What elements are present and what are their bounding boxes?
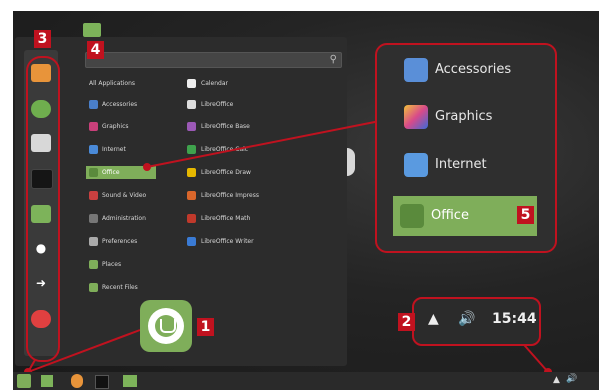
- libreoffice-icon: [187, 100, 196, 109]
- show-desktop-icon[interactable]: [41, 375, 53, 387]
- calendar-icon: [187, 79, 196, 88]
- taskbar: ▲ 🔊: [13, 372, 599, 390]
- accessories-icon: [89, 100, 98, 109]
- linux-mint-logo-icon: [148, 308, 184, 344]
- app-libreoffice-impress[interactable]: LibreOffice Impress: [185, 189, 305, 202]
- category-all-applications[interactable]: All Applications: [86, 77, 176, 90]
- app-libreoffice-draw[interactable]: LibreOffice Draw: [185, 166, 305, 179]
- files-taskbar-icon[interactable]: [123, 375, 137, 387]
- accessories-icon: [404, 58, 428, 82]
- badge-2: 2: [398, 313, 415, 331]
- category-places[interactable]: Places: [86, 258, 176, 271]
- preferences-icon: [89, 237, 98, 246]
- libreoffice-impress-icon: [187, 191, 196, 200]
- zoom-office: Office: [393, 196, 537, 236]
- search-input[interactable]: ⚲: [85, 52, 342, 68]
- firefox-taskbar-icon[interactable]: [71, 374, 83, 388]
- app-libreoffice-writer[interactable]: LibreOffice Writer: [185, 235, 305, 248]
- system-tray-callout: ▲ 🔊 15:44: [412, 297, 541, 346]
- category-sound-video[interactable]: Sound & Video: [86, 189, 176, 202]
- desktop-edge: [347, 148, 355, 176]
- administration-icon: [89, 214, 98, 223]
- favorites-highlight-ring: [26, 56, 60, 362]
- places-folder-icon: [89, 260, 98, 269]
- office-icon: [400, 204, 424, 228]
- badge-3: 3: [34, 30, 51, 48]
- badge-1: 1: [197, 318, 214, 336]
- badge-4: 4: [87, 41, 104, 59]
- app-calendar[interactable]: Calendar: [185, 77, 305, 90]
- libreoffice-draw-icon: [187, 168, 196, 177]
- category-office[interactable]: Office: [86, 166, 156, 179]
- recent-folder-icon: [89, 283, 98, 292]
- libreoffice-calc-icon: [187, 145, 196, 154]
- category-internet[interactable]: Internet: [86, 143, 176, 156]
- category-preferences[interactable]: Preferences: [86, 235, 176, 248]
- badge-5: 5: [517, 206, 534, 224]
- network-icon: ▲: [428, 311, 439, 327]
- graphics-icon: [89, 122, 98, 131]
- libreoffice-base-icon: [187, 122, 196, 131]
- volume-icon: 🔊: [458, 311, 476, 327]
- category-administration[interactable]: Administration: [86, 212, 176, 225]
- category-recent-files[interactable]: Recent Files: [86, 281, 176, 294]
- sound-video-icon: [89, 191, 98, 200]
- libreoffice-math-icon: [187, 214, 196, 223]
- graphics-icon: [404, 105, 428, 129]
- internet-icon: [89, 145, 98, 154]
- app-libreoffice[interactable]: LibreOffice: [185, 98, 305, 111]
- screen: ● ➜ ⚲ All Applications Accessories Graph…: [0, 0, 599, 390]
- app-libreoffice-base[interactable]: LibreOffice Base: [185, 120, 305, 133]
- tray-volume-icon[interactable]: 🔊: [566, 374, 577, 384]
- desktop-folder-icon[interactable]: [83, 23, 101, 37]
- menu-button[interactable]: [17, 374, 31, 388]
- app-libreoffice-calc[interactable]: LibreOffice Calc: [185, 143, 305, 156]
- office-icon: [89, 168, 98, 177]
- category-graphics[interactable]: Graphics: [86, 120, 176, 133]
- terminal-taskbar-icon[interactable]: [95, 375, 109, 389]
- category-accessories[interactable]: Accessories: [86, 98, 176, 111]
- search-icon: ⚲: [329, 54, 337, 65]
- app-libreoffice-math[interactable]: LibreOffice Math: [185, 212, 305, 225]
- clock: 15:44: [492, 311, 537, 327]
- internet-icon: [404, 153, 428, 177]
- menu-button-callout: [140, 300, 192, 352]
- libreoffice-writer-icon: [187, 237, 196, 246]
- tray-network-icon[interactable]: ▲: [553, 375, 560, 385]
